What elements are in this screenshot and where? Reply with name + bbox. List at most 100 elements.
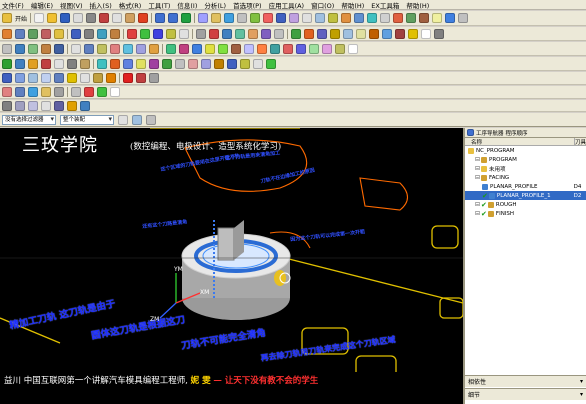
rectangle-icon[interactable]: [41, 43, 51, 54]
gear-icon[interactable]: [149, 73, 159, 83]
check-icon[interactable]: [2, 58, 12, 69]
window-cascade-icon[interactable]: [315, 13, 326, 23]
create-tool-icon[interactable]: [15, 28, 25, 39]
wave-icon[interactable]: [2, 87, 12, 97]
boss-icon[interactable]: [110, 43, 120, 54]
highlight-icon[interactable]: [136, 58, 146, 69]
move-face-icon[interactable]: [322, 43, 332, 54]
tree-row[interactable]: ⊟ PROGRAM: [465, 155, 586, 164]
export-icon[interactable]: [330, 28, 340, 39]
template-icon[interactable]: [356, 28, 366, 39]
annotation-icon[interactable]: [253, 58, 263, 69]
invert-icon[interactable]: [80, 58, 90, 69]
translucency-icon[interactable]: [123, 58, 133, 69]
note-icon[interactable]: [110, 87, 120, 97]
chamfer-icon[interactable]: [270, 43, 280, 54]
repeat-icon[interactable]: [181, 13, 192, 23]
open-icon[interactable]: [47, 13, 58, 23]
subtract-icon[interactable]: [179, 43, 189, 54]
snap-icon[interactable]: [188, 58, 198, 69]
menu-item[interactable]: 帮助(H): [341, 0, 364, 10]
unite-icon[interactable]: [166, 43, 176, 54]
face-analysis-icon[interactable]: [149, 58, 159, 69]
expand-icon[interactable]: ⊟: [475, 165, 480, 172]
edit-object-icon[interactable]: [196, 28, 206, 39]
import-icon[interactable]: [343, 28, 353, 39]
color-icon[interactable]: [97, 58, 107, 69]
refresh-icon[interactable]: [266, 58, 276, 69]
pad-icon[interactable]: [136, 43, 146, 54]
more-icon[interactable]: [434, 28, 444, 39]
zoom-in-icon[interactable]: [2, 100, 12, 111]
delete-path-icon[interactable]: [395, 28, 405, 39]
menu-item[interactable]: 首选项(P): [233, 0, 262, 10]
draft-icon[interactable]: [283, 43, 293, 54]
view-trimetric-icon[interactable]: [54, 73, 64, 83]
dim-icon[interactable]: [71, 87, 81, 97]
display-icon[interactable]: [261, 28, 271, 39]
new-icon[interactable]: [34, 13, 45, 23]
zoom-out-icon[interactable]: [15, 100, 25, 111]
hide-icon[interactable]: [41, 58, 51, 69]
undo-icon[interactable]: [155, 13, 166, 23]
extrude-icon[interactable]: [71, 43, 81, 54]
tools-icon[interactable]: [302, 13, 313, 23]
slot-icon[interactable]: [149, 43, 159, 54]
layer-settings-icon[interactable]: [15, 58, 25, 69]
line-icon[interactable]: [15, 43, 25, 54]
create-geometry-icon[interactable]: [28, 28, 38, 39]
create-operation-icon[interactable]: [54, 28, 64, 39]
component-icon[interactable]: [28, 87, 38, 97]
stop-icon[interactable]: [123, 73, 133, 83]
zoom-all-icon[interactable]: [41, 100, 51, 111]
text-icon[interactable]: [421, 28, 431, 39]
copy-object-icon[interactable]: [222, 28, 232, 39]
tree-row[interactable]: ⊟ ✔ ROUGH: [465, 200, 586, 209]
generate-toolpath-icon[interactable]: [127, 28, 137, 39]
reference-set-icon[interactable]: [54, 87, 64, 97]
view-left-icon[interactable]: [93, 73, 103, 83]
expression-icon[interactable]: [84, 87, 94, 97]
save-icon[interactable]: [60, 13, 71, 23]
clip-icon[interactable]: [175, 58, 185, 69]
text-a-icon[interactable]: [240, 58, 250, 69]
view-iso-icon[interactable]: [41, 73, 51, 83]
move-to-layer-icon[interactable]: [28, 58, 38, 69]
section-icon[interactable]: [162, 58, 172, 69]
expand-icon[interactable]: ⊟: [475, 174, 480, 181]
menu-item[interactable]: 文件(F): [2, 0, 24, 10]
simulate-icon[interactable]: [369, 28, 379, 39]
view-right-icon[interactable]: [28, 73, 38, 83]
new-file-icon[interactable]: [2, 13, 12, 23]
replace-face-icon[interactable]: [335, 43, 345, 54]
menu-item[interactable]: 格式(R): [119, 0, 142, 10]
blend-icon[interactable]: [257, 43, 267, 54]
expand-icon[interactable]: ⊟: [475, 156, 480, 163]
shaded-edges-icon[interactable]: [67, 100, 77, 111]
layer-icon[interactable]: [211, 13, 222, 23]
offset-icon[interactable]: [231, 43, 241, 54]
pattern-icon[interactable]: [309, 43, 319, 54]
shell-icon[interactable]: [244, 43, 254, 54]
expand-icon[interactable]: ⊟: [475, 210, 480, 217]
split-icon[interactable]: [218, 43, 228, 54]
transform-icon[interactable]: [248, 28, 258, 39]
lock-icon[interactable]: [408, 28, 418, 39]
perspective-icon[interactable]: [54, 100, 64, 111]
menu-item[interactable]: 窗口(O): [311, 0, 334, 10]
edit-display-icon[interactable]: [110, 58, 120, 69]
marker-icon[interactable]: [136, 73, 146, 83]
view-fit-icon[interactable]: [106, 73, 116, 83]
start-menu-button[interactable]: 开始: [15, 14, 27, 23]
graphics-window[interactable]: 三玫学院 (数控编程、电极设计、造型系统化学习) 这个区域的刀轨要用在这里开粗刀…: [0, 128, 463, 404]
replay-toolpath-icon[interactable]: [140, 28, 150, 39]
orient-icon[interactable]: [458, 13, 469, 23]
tree-row[interactable]: NC_PROGRAM: [465, 146, 586, 155]
tree-row[interactable]: ⊟ 未用项: [465, 164, 586, 173]
postprocess-icon[interactable]: [166, 28, 176, 39]
intersect-icon[interactable]: [192, 43, 202, 54]
tab-program-order[interactable]: 程序顺序: [506, 129, 528, 137]
tab-operation-navigator[interactable]: 工序导航器: [476, 129, 504, 137]
paste-icon[interactable]: [125, 13, 136, 23]
menu-item[interactable]: EX工具箱: [371, 0, 399, 10]
